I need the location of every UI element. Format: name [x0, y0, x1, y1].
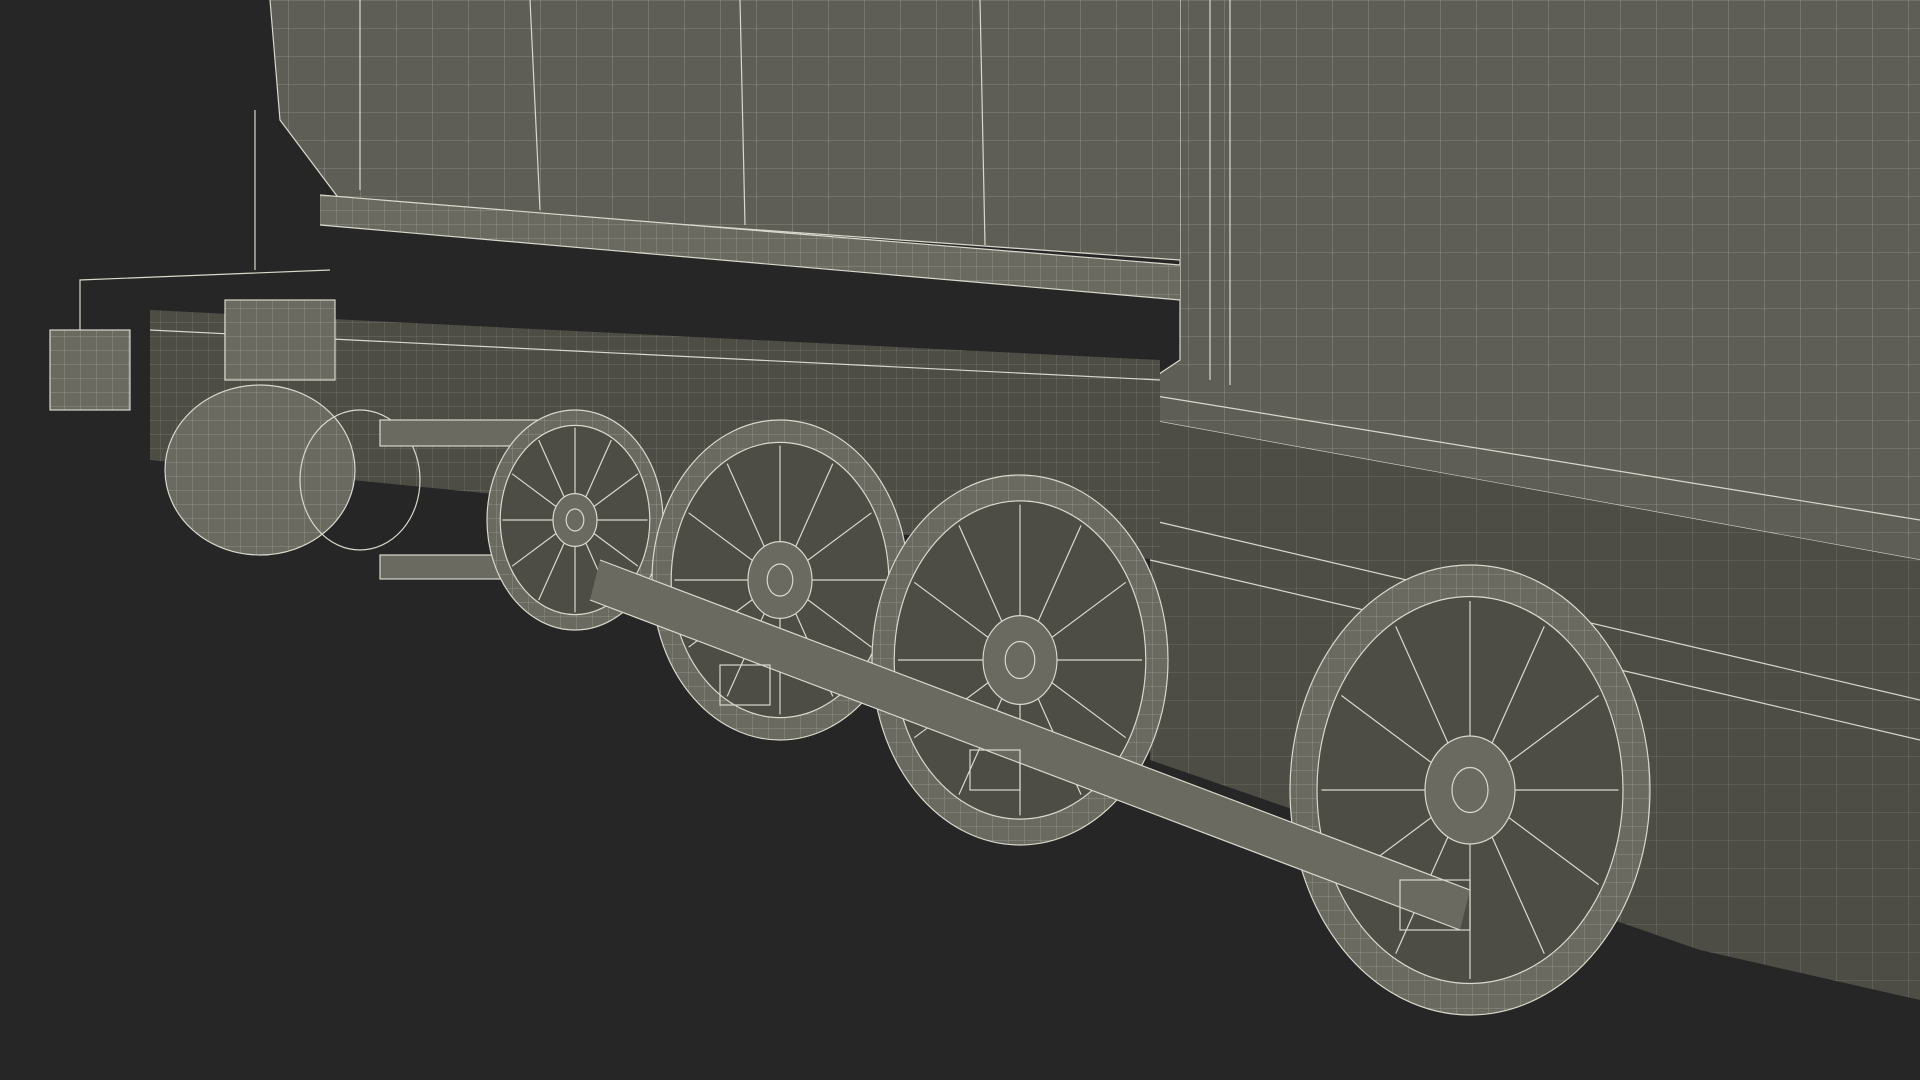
driver-wheel-3 [1289, 564, 1651, 1016]
wireframe-locomotive-scene [49, 0, 1920, 1016]
sandbox [224, 299, 336, 381]
